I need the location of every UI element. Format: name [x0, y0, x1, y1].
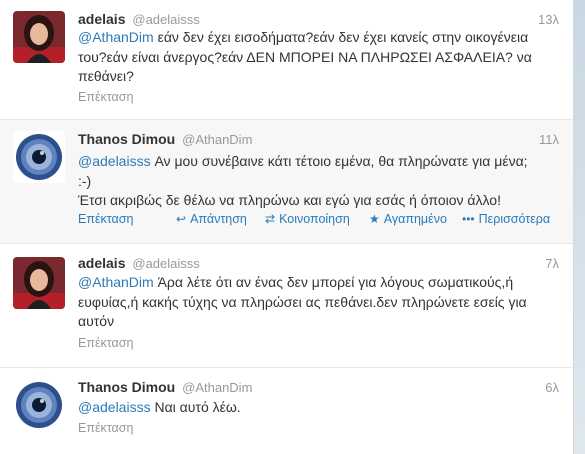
reply-arrow-icon: ↩: [176, 212, 187, 226]
retweet-label: Κοινοποίηση: [279, 212, 350, 226]
author-handle[interactable]: @adelaisss: [132, 12, 199, 27]
avatar[interactable]: [13, 131, 65, 183]
expand-link[interactable]: Επέκταση: [78, 90, 133, 104]
tweet-text-line: Έτσι ακριβώς δε θέλω να πληρώνω και εγώ …: [78, 192, 501, 208]
expand-link[interactable]: Επέκταση: [78, 421, 133, 435]
author-name[interactable]: Thanos Dimou: [78, 379, 175, 395]
tweet-text: @adelaisss Ναι αυτό λέω.: [78, 398, 562, 418]
avatar[interactable]: [13, 11, 65, 63]
avatar-eye-image: [13, 379, 65, 431]
timeline: adelais @adelaisss 13λ @AthanDim εάν δεν…: [0, 0, 574, 454]
tweet-text-line: αυτόν: [78, 313, 115, 329]
retweet-action[interactable]: ⇄ Κοινοποίηση: [265, 212, 350, 226]
mention-link[interactable]: @AthanDim: [78, 29, 154, 45]
mention-link[interactable]: @adelaisss: [78, 399, 151, 415]
mention-link[interactable]: @AthanDim: [78, 274, 154, 290]
favorite-label: Αγαπημένο: [383, 212, 447, 226]
tweet-text-line: εάν δεν έχει εισοδήματα?εάν δεν έχει καν…: [153, 29, 529, 45]
tweet-text-line: του?εάν είναι άνεργος?εάν ΔΕΝ ΜΠΟΡΕΙ ΝΑ …: [78, 48, 532, 65]
tweet-text-line: Ναι αυτό λέω.: [150, 399, 241, 415]
timestamp[interactable]: 13λ: [538, 12, 559, 27]
more-label: Περισσότερα: [478, 212, 551, 226]
tweet-text-line: Άρα λέτε ότι αν ένας δεν μπορεί για λόγο…: [153, 274, 514, 290]
avatar-woman-image: [13, 11, 65, 63]
favorite-action[interactable]: ★ Αγαπημένο: [369, 212, 447, 226]
expand-link[interactable]: Επέκταση: [78, 336, 133, 350]
scrollbar[interactable]: [574, 0, 585, 454]
tweet-text-line: ευφυίας,ή κακής τύχης να πληρώσει ας πεθ…: [78, 293, 527, 310]
tweet-text: @AthanDim εάν δεν έχει εισοδήματα?εάν δε…: [78, 28, 562, 87]
avatar-woman-image: [13, 257, 65, 309]
avatar[interactable]: [13, 379, 65, 431]
tweet-text-line: πεθάνει?: [78, 68, 134, 84]
tweet-text: @AthanDim Άρα λέτε ότι αν ένας δεν μπορε…: [78, 273, 562, 332]
retweet-icon: ⇄: [265, 212, 276, 226]
avatar[interactable]: [13, 257, 65, 309]
author-name[interactable]: adelais: [78, 255, 125, 271]
reply-label: Απάντηση: [190, 212, 247, 226]
author-handle[interactable]: @adelaisss: [132, 256, 199, 271]
timestamp[interactable]: 6λ: [545, 380, 559, 395]
reply-action[interactable]: ↩ Απάντηση: [176, 212, 247, 226]
timestamp[interactable]: 11λ: [539, 132, 559, 147]
author-name[interactable]: adelais: [78, 11, 125, 27]
tweet[interactable]: Thanos Dimou @AthanDim 11λ @adelaisss Αν…: [0, 120, 573, 244]
tweet-text-line: :-): [78, 172, 92, 189]
expand-link[interactable]: Επέκταση: [78, 212, 133, 226]
ellipsis-icon: •••: [462, 212, 475, 226]
tweet[interactable]: Thanos Dimou @AthanDim 6λ @adelaisss Ναι…: [0, 368, 573, 454]
more-action[interactable]: ••• Περισσότερα: [462, 212, 550, 226]
mention-link[interactable]: @adelaisss: [78, 153, 151, 169]
tweet-text: @adelaisss Αν μου συνέβαινε κάτι τέτοιο …: [78, 152, 562, 211]
author-handle[interactable]: @AthanDim: [182, 380, 252, 395]
tweet[interactable]: adelais @adelaisss 13λ @AthanDim εάν δεν…: [0, 0, 573, 120]
tweet-text-line: Αν μου συνέβαινε κάτι τέτοιο εμένα, θα π…: [150, 153, 528, 169]
timestamp[interactable]: 7λ: [545, 256, 559, 271]
author-name[interactable]: Thanos Dimou: [78, 131, 175, 147]
tweet[interactable]: adelais @adelaisss 7λ @AthanDim Άρα λέτε…: [0, 244, 573, 368]
author-handle[interactable]: @AthanDim: [182, 132, 252, 147]
star-icon: ★: [369, 212, 380, 226]
avatar-eye-image: [13, 131, 65, 183]
